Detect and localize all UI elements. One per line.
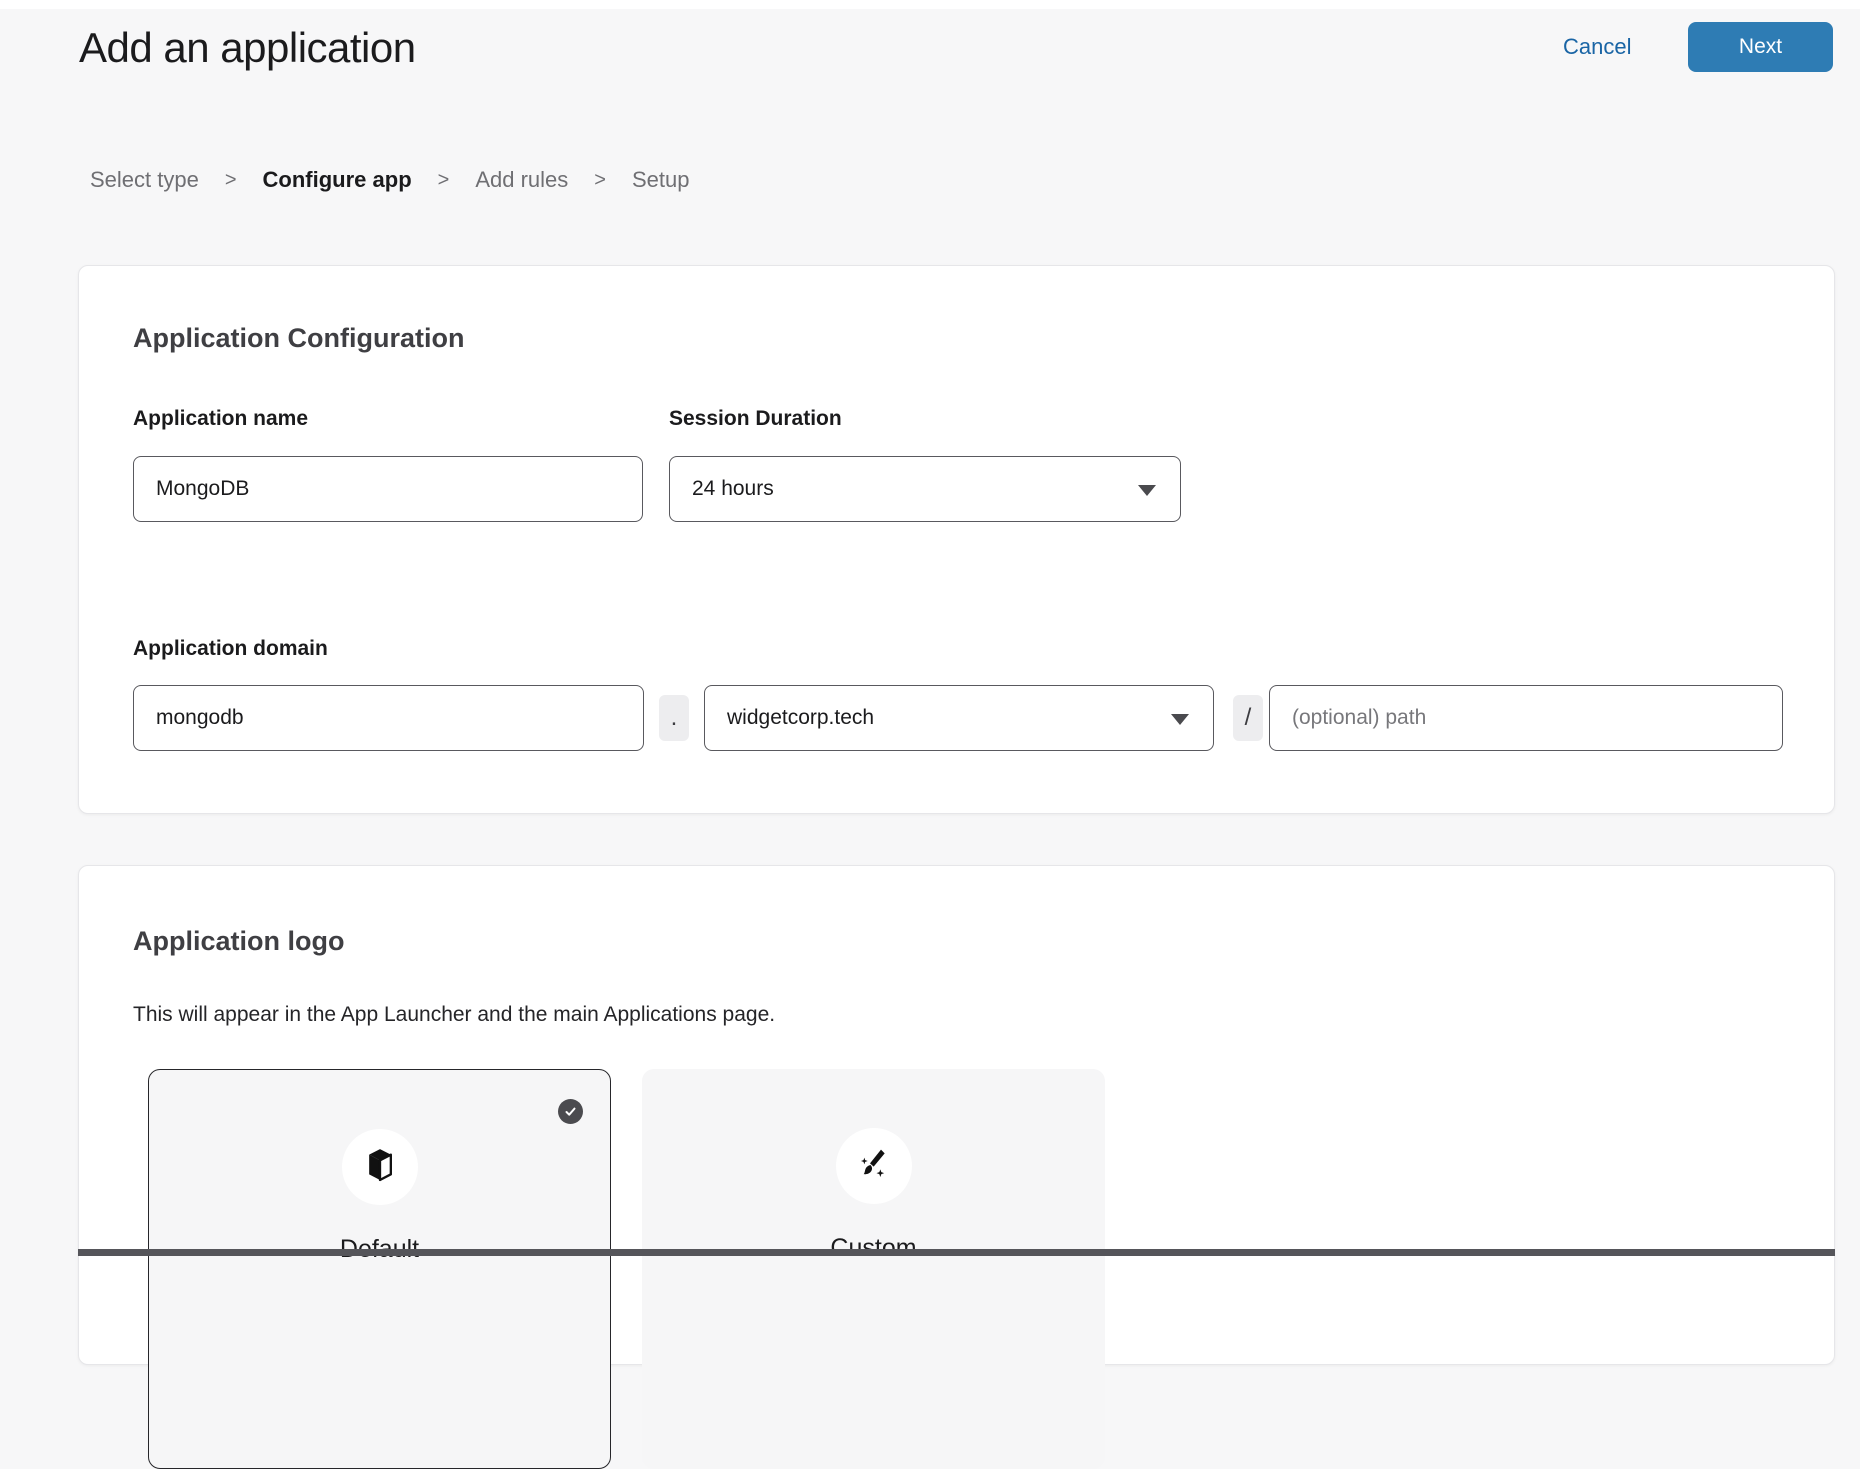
chevron-down-icon xyxy=(1138,485,1156,496)
application-logo-description: This will appear in the App Launcher and… xyxy=(133,1003,775,1027)
application-name-label: Application name xyxy=(133,407,308,431)
application-name-input[interactable] xyxy=(133,456,643,522)
top-nav-edge xyxy=(0,0,1860,9)
domain-select-value: widgetcorp.tech xyxy=(727,706,874,730)
breadcrumb-separator: > xyxy=(225,169,237,192)
session-duration-select[interactable]: 24 hours xyxy=(669,456,1181,522)
path-input[interactable] xyxy=(1269,685,1783,751)
logo-option-custom[interactable]: Custom xyxy=(642,1069,1105,1469)
breadcrumb-step-setup[interactable]: Setup xyxy=(632,167,690,193)
default-logo-circle xyxy=(342,1129,418,1205)
page-title: Add an application xyxy=(79,24,416,72)
application-logo-heading: Application logo xyxy=(133,926,344,957)
chevron-down-icon xyxy=(1171,714,1189,725)
logo-option-default[interactable]: Default xyxy=(148,1069,611,1469)
domain-select[interactable]: widgetcorp.tech xyxy=(704,685,1214,751)
next-button[interactable]: Next xyxy=(1688,22,1833,72)
dot-separator: . xyxy=(659,695,689,741)
application-configuration-card: Application Configuration Application na… xyxy=(78,265,1835,814)
breadcrumb-separator: > xyxy=(594,169,606,192)
breadcrumb-step-select-type[interactable]: Select type xyxy=(90,167,199,193)
application-domain-label: Application domain xyxy=(133,637,328,661)
application-logo-card: Application logo This will appear in the… xyxy=(78,865,1835,1365)
bottom-edge-bar xyxy=(78,1249,1835,1256)
breadcrumb: Select type > Configure app > Add rules … xyxy=(90,166,689,194)
slash-separator: / xyxy=(1233,695,1263,741)
cube-icon xyxy=(360,1145,400,1190)
subdomain-input[interactable] xyxy=(133,685,644,751)
selected-check-icon xyxy=(558,1099,583,1124)
breadcrumb-separator: > xyxy=(438,169,450,192)
session-duration-label: Session Duration xyxy=(669,407,842,431)
session-duration-value: 24 hours xyxy=(692,477,774,501)
breadcrumb-step-configure-app[interactable]: Configure app xyxy=(263,167,412,193)
breadcrumb-step-add-rules[interactable]: Add rules xyxy=(475,167,568,193)
application-configuration-heading: Application Configuration xyxy=(133,323,464,354)
paintbrush-icon xyxy=(854,1144,894,1189)
cancel-button[interactable]: Cancel xyxy=(1563,34,1631,60)
custom-logo-circle xyxy=(836,1128,912,1204)
